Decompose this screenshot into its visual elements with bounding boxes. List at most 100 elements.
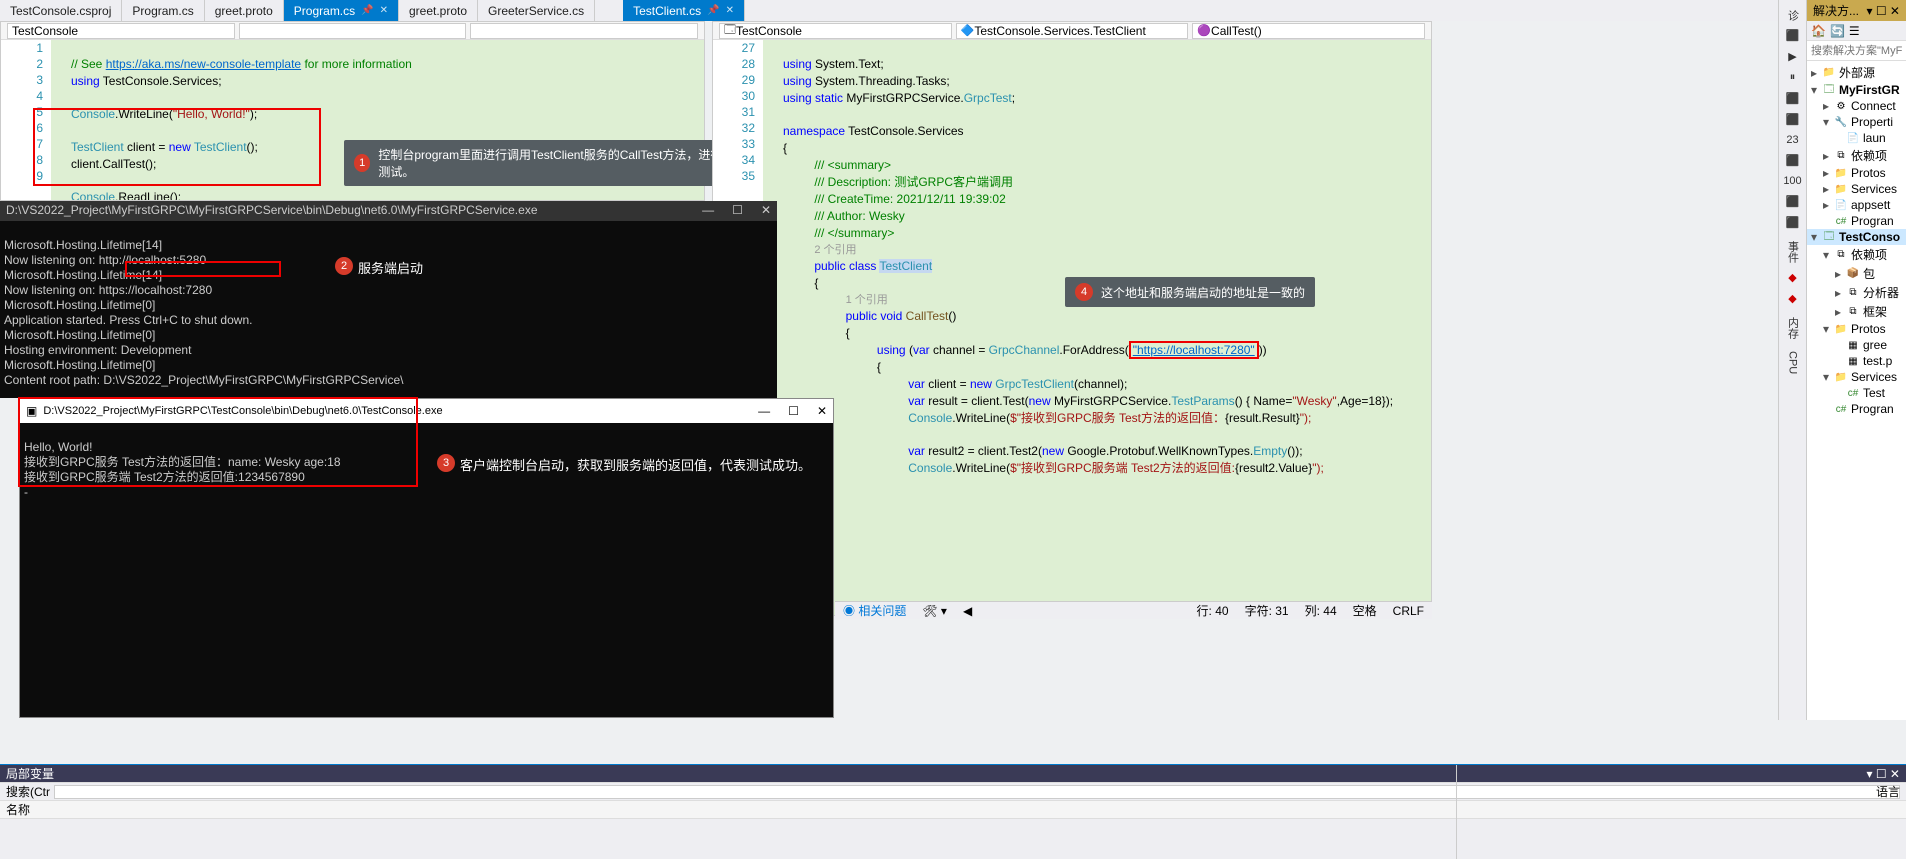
tree-node[interactable]: c#Progran	[1807, 401, 1906, 417]
solution-search[interactable]	[1807, 41, 1906, 61]
member-combo[interactable]: 🟣 CallTest()	[1192, 23, 1425, 39]
tab-program-cs-1[interactable]: Program.cs	[122, 0, 204, 21]
solution-tree[interactable]: ▸📁外部源▾🗔MyFirstGR▸⚙Connect▾🔧Properti📄laun…	[1807, 61, 1906, 720]
minimize-icon[interactable]: —	[702, 203, 714, 218]
tree-node[interactable]: ▾📁Protos	[1807, 321, 1906, 337]
bottom-dock: 局部变量▾ ✕ 搜索(Ctr 名称 ▾ ☐ ✕ 语言	[0, 764, 1906, 859]
callout-text-1: 控制台program里面进行调用TestClient服务的CallTest方法，…	[378, 146, 724, 180]
callout-text-3: 客户端控制台启动，获取到服务端的返回值，代表测试成功。	[460, 455, 811, 474]
diagnostics-label[interactable]: 诊	[1785, 10, 1801, 21]
metric-100: 100	[1783, 175, 1801, 187]
tree-node[interactable]: c#Test	[1807, 385, 1906, 401]
code-body-right[interactable]: using System.Text; using System.Threadin…	[763, 40, 1431, 615]
pause-icon[interactable]: ⏸	[1790, 71, 1796, 84]
record-icon[interactable]: ⬛	[1786, 29, 1800, 42]
tree-node[interactable]: ▦gree	[1807, 337, 1906, 353]
project-combo[interactable]: 🗔 TestConsole	[719, 23, 952, 39]
tree-node[interactable]: ▸⧉分析器	[1807, 283, 1906, 302]
tree-node[interactable]: ▸📄appsett	[1807, 197, 1906, 213]
diagnostic-strip: 诊 ⬛ ▶ ⏸ ⬛ ⬛ 23 ⬛ 100 ⬛ ⬛ 事件 ◆ ◆ 内存 CPU	[1778, 0, 1806, 720]
callout-1: 1 控制台program里面进行调用TestClient服务的CallTest方…	[344, 140, 734, 186]
cpu-label[interactable]: CPU	[1787, 351, 1799, 374]
callout-4: 4 这个地址和服务端启动的地址是一致的	[1065, 277, 1315, 307]
pin-icon[interactable]: 📌	[361, 5, 373, 16]
eol-indicator[interactable]: CRLF	[1393, 604, 1424, 618]
tool-icon[interactable]: ⬛	[1786, 92, 1800, 105]
console-title-1: D:\VS2022_Project\MyFirstGRPC\MyFirstGRP…	[0, 201, 777, 221]
memory-label[interactable]: 内存	[1785, 317, 1801, 339]
play-icon[interactable]: ▶	[1788, 50, 1796, 63]
tree-node[interactable]: ▸📁Protos	[1807, 165, 1906, 181]
annotation-box-3	[18, 397, 418, 487]
tab-greet-proto-1[interactable]: greet.proto	[205, 0, 284, 21]
char-indicator: 字符: 31	[1245, 602, 1289, 619]
context-bar-right: 🗔 TestConsole 🔷 TestConsole.Services.Tes…	[713, 22, 1431, 40]
context-bar-left: TestConsole	[1, 22, 704, 40]
events-label[interactable]: 事件	[1785, 241, 1801, 263]
tree-node[interactable]: c#Progran	[1807, 213, 1906, 229]
tab-program-cs-active[interactable]: Program.cs📌✕	[284, 0, 399, 21]
minimize-icon[interactable]: —	[758, 404, 770, 419]
tree-node[interactable]: ▾🗔MyFirstGR	[1807, 82, 1906, 98]
console-client: ▣ D:\VS2022_Project\MyFirstGRPC\TestCons…	[19, 398, 834, 718]
tool-icon[interactable]: ⬛	[1786, 154, 1800, 167]
callout-number-2: 2	[335, 257, 353, 275]
member-combo[interactable]	[470, 23, 698, 39]
callout-text-4: 这个地址和服务端启动的地址是一致的	[1101, 284, 1305, 301]
search-label: 搜索(Ctr	[6, 783, 50, 800]
tree-node[interactable]: ▸⚙Connect	[1807, 98, 1906, 114]
tool-icon[interactable]: ⬛	[1786, 216, 1800, 229]
console-service: D:\VS2022_Project\MyFirstGRPC\MyFirstGRP…	[0, 201, 777, 398]
tree-node[interactable]: ▦test.p	[1807, 353, 1906, 369]
tab-greet-proto-2[interactable]: greet.proto	[399, 0, 478, 21]
solution-explorer-toolbar: 🏠 🔄 ☰	[1807, 21, 1906, 41]
maximize-icon[interactable]: ☐	[788, 404, 799, 419]
tool-icon[interactable]: ⬛	[1786, 113, 1800, 126]
maximize-icon[interactable]: ☐	[732, 203, 743, 218]
tree-node[interactable]: ▾⧉依赖项	[1807, 245, 1906, 264]
tool-icon[interactable]: 🛠 ▾	[922, 604, 947, 618]
callout-number-1: 1	[354, 154, 370, 172]
annotation-box-2	[125, 261, 281, 277]
tree-node[interactable]: ▾🗔TestConso	[1807, 229, 1906, 245]
refresh-icon[interactable]: 🔄	[1830, 24, 1845, 38]
tab-greeterservice-cs[interactable]: GreeterService.cs	[478, 0, 595, 21]
tree-node[interactable]: ▸📦包	[1807, 264, 1906, 283]
tree-node[interactable]: 📄laun	[1807, 130, 1906, 146]
col-name[interactable]: 名称	[6, 801, 30, 818]
document-tab-well: TestConsole.csproj Program.cs greet.prot…	[0, 0, 1906, 21]
metric-23: 23	[1786, 134, 1798, 146]
filter-icon[interactable]: ☰	[1849, 24, 1860, 38]
project-combo[interactable]: TestConsole	[7, 23, 235, 39]
scroll-left-icon[interactable]: ◀	[963, 604, 972, 618]
tree-node[interactable]: ▾🔧Properti	[1807, 114, 1906, 130]
marker-icon: ◆	[1788, 271, 1796, 284]
pin-icon[interactable]: 📌	[707, 5, 719, 16]
tree-node[interactable]: ▾📁Services	[1807, 369, 1906, 385]
tree-node[interactable]: ▸📁外部源	[1807, 63, 1906, 82]
tree-node[interactable]: ▸📁Services	[1807, 181, 1906, 197]
col-language[interactable]: 语言	[1876, 783, 1900, 800]
tree-node[interactable]: ▸⧉依赖项	[1807, 146, 1906, 165]
console-body-1[interactable]: Microsoft.Hosting.Lifetime[14] Now liste…	[0, 221, 777, 405]
editor-statusbar: ◉ 相关问题 🛠 ▾ ◀ 行: 40 字符: 31 列: 44 空格 CRLF	[835, 601, 1432, 619]
line-gutter: 123456789	[1, 40, 51, 200]
tab-testclient-cs[interactable]: TestClient.cs📌✕	[623, 0, 745, 21]
indent-indicator[interactable]: 空格	[1353, 602, 1377, 619]
solution-explorer: 解决方...▾ ☐ ✕ 🏠 🔄 ☰ ▸📁外部源▾🗔MyFirstGR▸⚙Conn…	[1806, 0, 1906, 720]
scope-combo[interactable]: 🔷 TestConsole.Services.TestClient	[956, 23, 1189, 39]
solution-explorer-title[interactable]: 解决方...▾ ☐ ✕	[1807, 0, 1906, 21]
close-icon[interactable]: ✕	[817, 404, 827, 419]
home-icon[interactable]: 🏠	[1811, 24, 1826, 38]
issues-link[interactable]: ◉ 相关问题	[843, 602, 906, 619]
scope-combo[interactable]	[239, 23, 467, 39]
close-icon[interactable]: ✕	[726, 5, 734, 16]
marker-icon: ◆	[1788, 292, 1796, 305]
solution-search-input[interactable]	[1807, 41, 1906, 60]
tree-node[interactable]: ▸⧉框架	[1807, 302, 1906, 321]
tool-icon[interactable]: ⬛	[1786, 195, 1800, 208]
tab-testconsole-csproj[interactable]: TestConsole.csproj	[0, 0, 122, 21]
close-icon[interactable]: ✕	[380, 5, 388, 16]
callout-number-3: 3	[437, 454, 455, 472]
close-icon[interactable]: ✕	[761, 203, 771, 218]
